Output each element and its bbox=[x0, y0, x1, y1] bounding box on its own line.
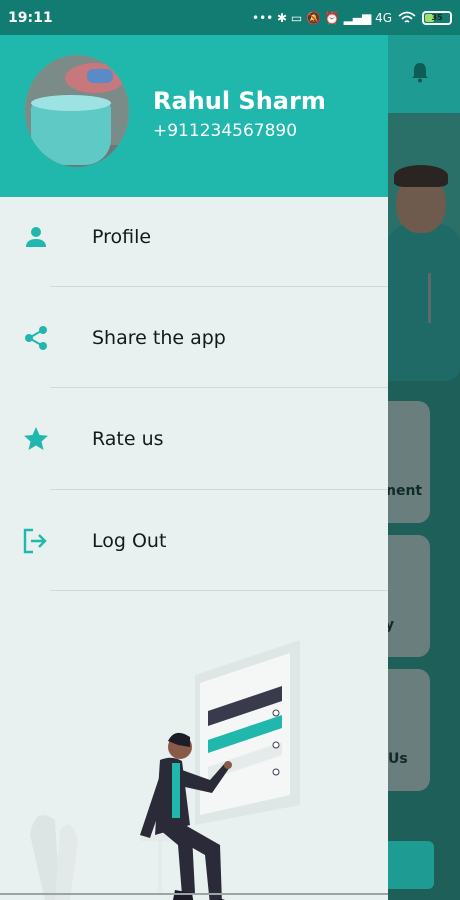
menu-item-share[interactable]: Share the app bbox=[0, 293, 388, 383]
menu-label-logout: Log Out bbox=[92, 530, 167, 552]
battery-level: 35 bbox=[431, 13, 443, 22]
menu-item-profile[interactable]: Profile bbox=[0, 192, 388, 282]
menu-label-share: Share the app bbox=[92, 327, 226, 349]
presentation-illustration bbox=[30, 640, 300, 900]
background-header bbox=[388, 35, 460, 113]
navigation-drawer: Rahul Sharm +911234567890 Profile Share … bbox=[0, 35, 388, 900]
share-icon bbox=[22, 324, 50, 352]
bottom-divider bbox=[0, 893, 388, 895]
background-app: nent y Us bbox=[385, 35, 460, 900]
menu-label-profile: Profile bbox=[92, 226, 152, 248]
star-icon bbox=[22, 425, 50, 453]
divider bbox=[50, 590, 388, 591]
background-tile-3[interactable]: Us bbox=[388, 669, 430, 791]
divider bbox=[50, 387, 388, 388]
background-tile-2[interactable]: y bbox=[385, 535, 430, 657]
logout-icon bbox=[22, 527, 50, 555]
menu-label-rate: Rate us bbox=[92, 428, 164, 450]
bell-icon[interactable] bbox=[410, 61, 430, 83]
wifi-icon bbox=[398, 11, 416, 23]
doctor-banner bbox=[388, 113, 460, 381]
divider bbox=[50, 286, 388, 287]
status-indicators: ••• ✱ ▭ 🔕 ⏰ ▂▄▆ 4G 35 bbox=[251, 10, 452, 25]
avatar[interactable] bbox=[25, 55, 129, 167]
drawer-header: Rahul Sharm +911234567890 bbox=[0, 35, 388, 197]
battery-icon: 35 bbox=[422, 10, 452, 25]
menu-item-logout[interactable]: Log Out bbox=[0, 496, 388, 586]
menu-item-rate[interactable]: Rate us bbox=[0, 394, 388, 484]
status-time: 19:11 bbox=[8, 9, 53, 26]
background-tile-1[interactable]: nent bbox=[386, 401, 430, 523]
status-bar: 19:11 ••• ✱ ▭ 🔕 ⏰ ▂▄▆ 4G 35 bbox=[0, 0, 460, 35]
divider bbox=[50, 489, 388, 490]
person-icon bbox=[22, 223, 50, 251]
user-phone: +911234567890 bbox=[153, 121, 298, 141]
background-bottom-button[interactable] bbox=[388, 841, 434, 889]
status-icons: ••• ✱ ▭ 🔕 ⏰ ▂▄▆ 4G bbox=[251, 10, 392, 25]
user-name: Rahul Sharm bbox=[153, 87, 326, 115]
